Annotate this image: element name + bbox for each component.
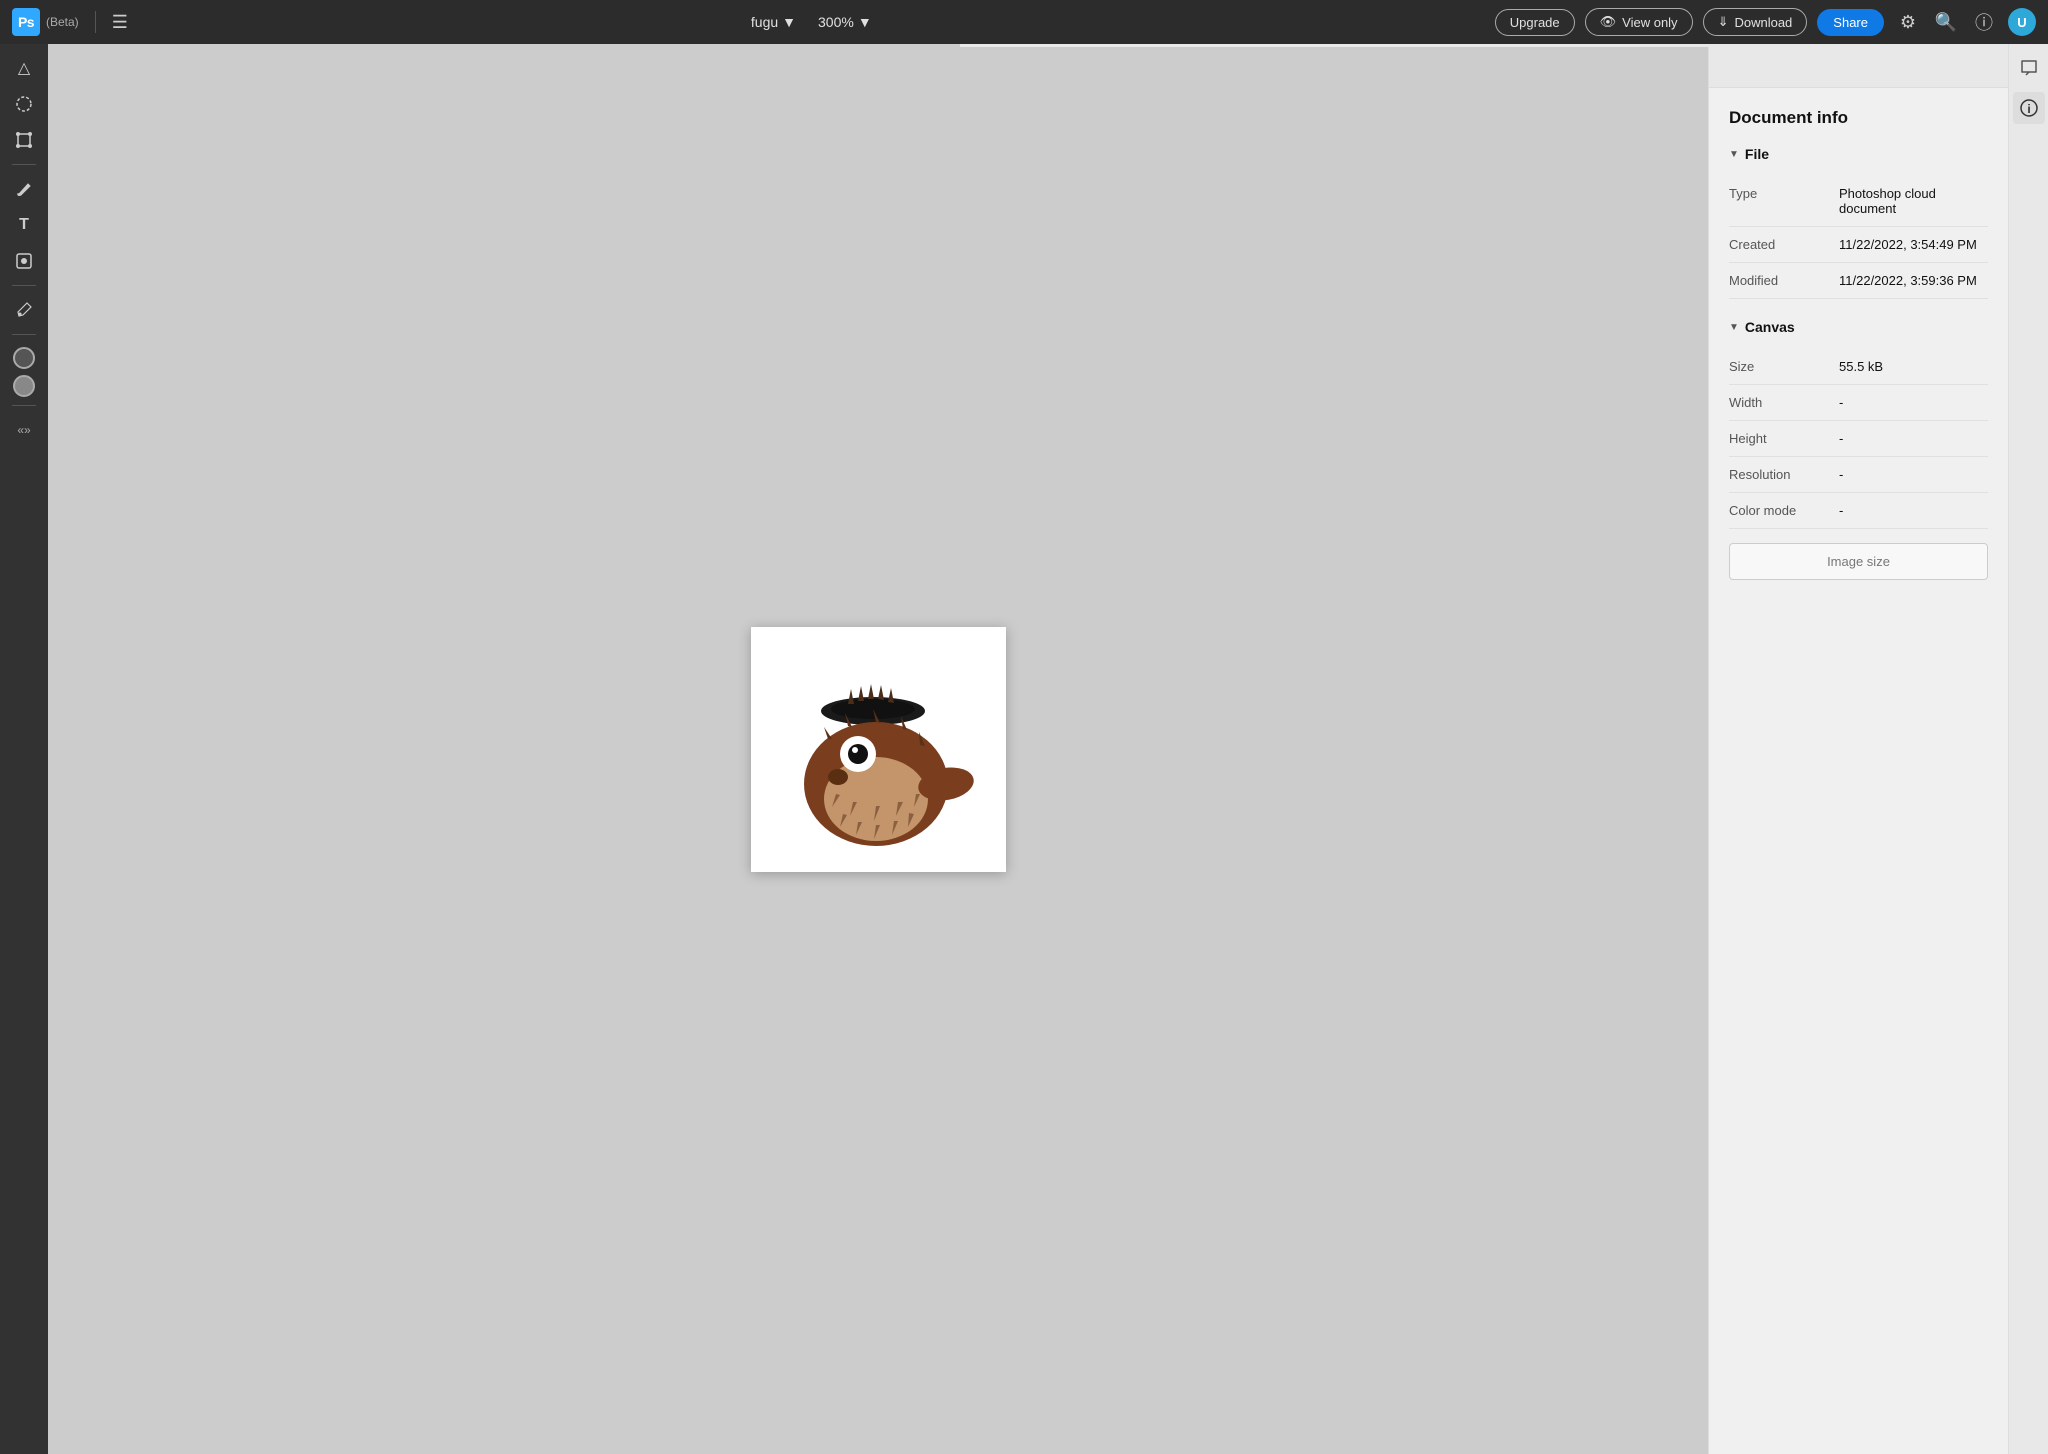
select-tool[interactable]: △ <box>8 52 40 84</box>
share-button[interactable]: Share <box>1817 9 1884 36</box>
toolbar-separator-2 <box>12 285 36 286</box>
comment-icon[interactable] <box>2013 52 2045 84</box>
right-panel-tabs <box>1709 44 2008 88</box>
type-row: Type Photoshop cloud document <box>1729 176 1988 227</box>
hamburger-menu-icon[interactable]: ☰ <box>112 12 128 33</box>
eye-icon: 👁 <box>1600 14 1617 30</box>
type-value: Photoshop cloud document <box>1839 186 1988 216</box>
lasso-tool[interactable] <box>8 88 40 120</box>
size-row: Size 55.5 kB <box>1729 349 1988 385</box>
width-value: - <box>1839 395 1988 410</box>
created-label: Created <box>1729 237 1839 252</box>
created-value: 11/22/2022, 3:54:49 PM <box>1839 237 1988 252</box>
type-label: Type <box>1729 186 1839 201</box>
view-only-label: View only <box>1622 15 1677 30</box>
help-icon[interactable]: ⓘ <box>1970 9 1998 35</box>
download-icon: ⇓ <box>1718 14 1729 30</box>
info-icon[interactable]: i <box>2013 92 2045 124</box>
ps-logo-icon: Ps <box>12 8 40 36</box>
download-button[interactable]: ⇓ Download <box>1703 8 1808 36</box>
canvas-image <box>751 627 1006 872</box>
main-layout: △ T «» <box>0 44 2048 1454</box>
canvas-section-title: Canvas <box>1745 319 1795 335</box>
right-panel-content: Document info ▼ File Type Photoshop clou… <box>1709 88 2008 620</box>
topbar: Ps (Beta) ☰ fugu ▼ 300% ▼ Upgrade 👁 View… <box>0 0 2048 44</box>
file-section: ▼ File Type Photoshop cloud document Cre… <box>1729 146 1988 299</box>
file-section-header[interactable]: ▼ File <box>1729 146 1988 162</box>
eyedropper-tool[interactable] <box>8 294 40 326</box>
size-value: 55.5 kB <box>1839 359 1988 374</box>
document-info-title: Document info <box>1729 108 1988 128</box>
brush-tool[interactable] <box>8 173 40 205</box>
modified-label: Modified <box>1729 273 1839 288</box>
toolbar-separator-3 <box>12 334 36 335</box>
foreground-color-swatch[interactable] <box>13 347 35 369</box>
divider <box>95 11 96 33</box>
view-only-button[interactable]: 👁 View only <box>1585 8 1693 36</box>
color-mode-label: Color mode <box>1729 503 1839 518</box>
text-tool[interactable]: T <box>8 209 40 241</box>
height-row: Height - <box>1729 421 1988 457</box>
color-mode-value: - <box>1839 503 1988 518</box>
right-panel: Document info ▼ File Type Photoshop clou… <box>1708 44 2008 1454</box>
created-row: Created 11/22/2022, 3:54:49 PM <box>1729 227 1988 263</box>
toolbar-separator-4 <box>12 405 36 406</box>
transform-tool[interactable] <box>8 124 40 156</box>
canvas-area <box>48 44 1708 1454</box>
pufferfish-illustration <box>768 639 988 859</box>
file-section-chevron-icon: ▼ <box>1729 149 1739 160</box>
canvas-section-header[interactable]: ▼ Canvas <box>1729 319 1988 335</box>
left-toolbar: △ T «» <box>0 44 48 1454</box>
height-value: - <box>1839 431 1988 446</box>
right-side-icons: i <box>2008 44 2048 1454</box>
height-label: Height <box>1729 431 1839 446</box>
beta-label: (Beta) <box>46 15 79 29</box>
canvas-section: ▼ Canvas Size 55.5 kB Width - Height - R… <box>1729 319 1988 580</box>
app-logo: Ps (Beta) <box>12 8 79 36</box>
avatar[interactable]: U <box>2008 8 2036 36</box>
width-label: Width <box>1729 395 1839 410</box>
file-name-label: fugu <box>751 14 778 30</box>
zoom-chevron-icon: ▼ <box>858 14 872 30</box>
resolution-label: Resolution <box>1729 467 1839 482</box>
upgrade-button[interactable]: Upgrade <box>1495 9 1575 36</box>
modified-value: 11/22/2022, 3:59:36 PM <box>1839 273 1988 288</box>
avatar-initials: U <box>2017 15 2026 30</box>
svg-text:i: i <box>2027 102 2030 116</box>
width-row: Width - <box>1729 385 1988 421</box>
modified-row: Modified 11/22/2022, 3:59:36 PM <box>1729 263 1988 299</box>
zoom-level-label: 300% <box>818 14 854 30</box>
file-name-chevron-icon: ▼ <box>782 14 796 30</box>
background-color-swatch[interactable] <box>13 375 35 397</box>
toolbar-separator <box>12 164 36 165</box>
download-label: Download <box>1734 15 1792 30</box>
search-icon[interactable]: 🔍 <box>1932 12 1960 33</box>
canvas-section-chevron-icon: ▼ <box>1729 322 1739 333</box>
notifications-icon[interactable]: ⚙ <box>1894 12 1922 33</box>
image-size-button[interactable]: Image size <box>1729 543 1988 580</box>
resolution-row: Resolution - <box>1729 457 1988 493</box>
size-label: Size <box>1729 359 1839 374</box>
resolution-value: - <box>1839 467 1988 482</box>
file-section-title: File <box>1745 146 1769 162</box>
file-name-button[interactable]: fugu ▼ <box>751 14 796 30</box>
shape-tool[interactable] <box>8 245 40 277</box>
color-mode-row: Color mode - <box>1729 493 1988 529</box>
zoom-control[interactable]: 300% ▼ <box>818 14 872 30</box>
collapse-toolbar-icon[interactable]: «» <box>8 414 40 446</box>
